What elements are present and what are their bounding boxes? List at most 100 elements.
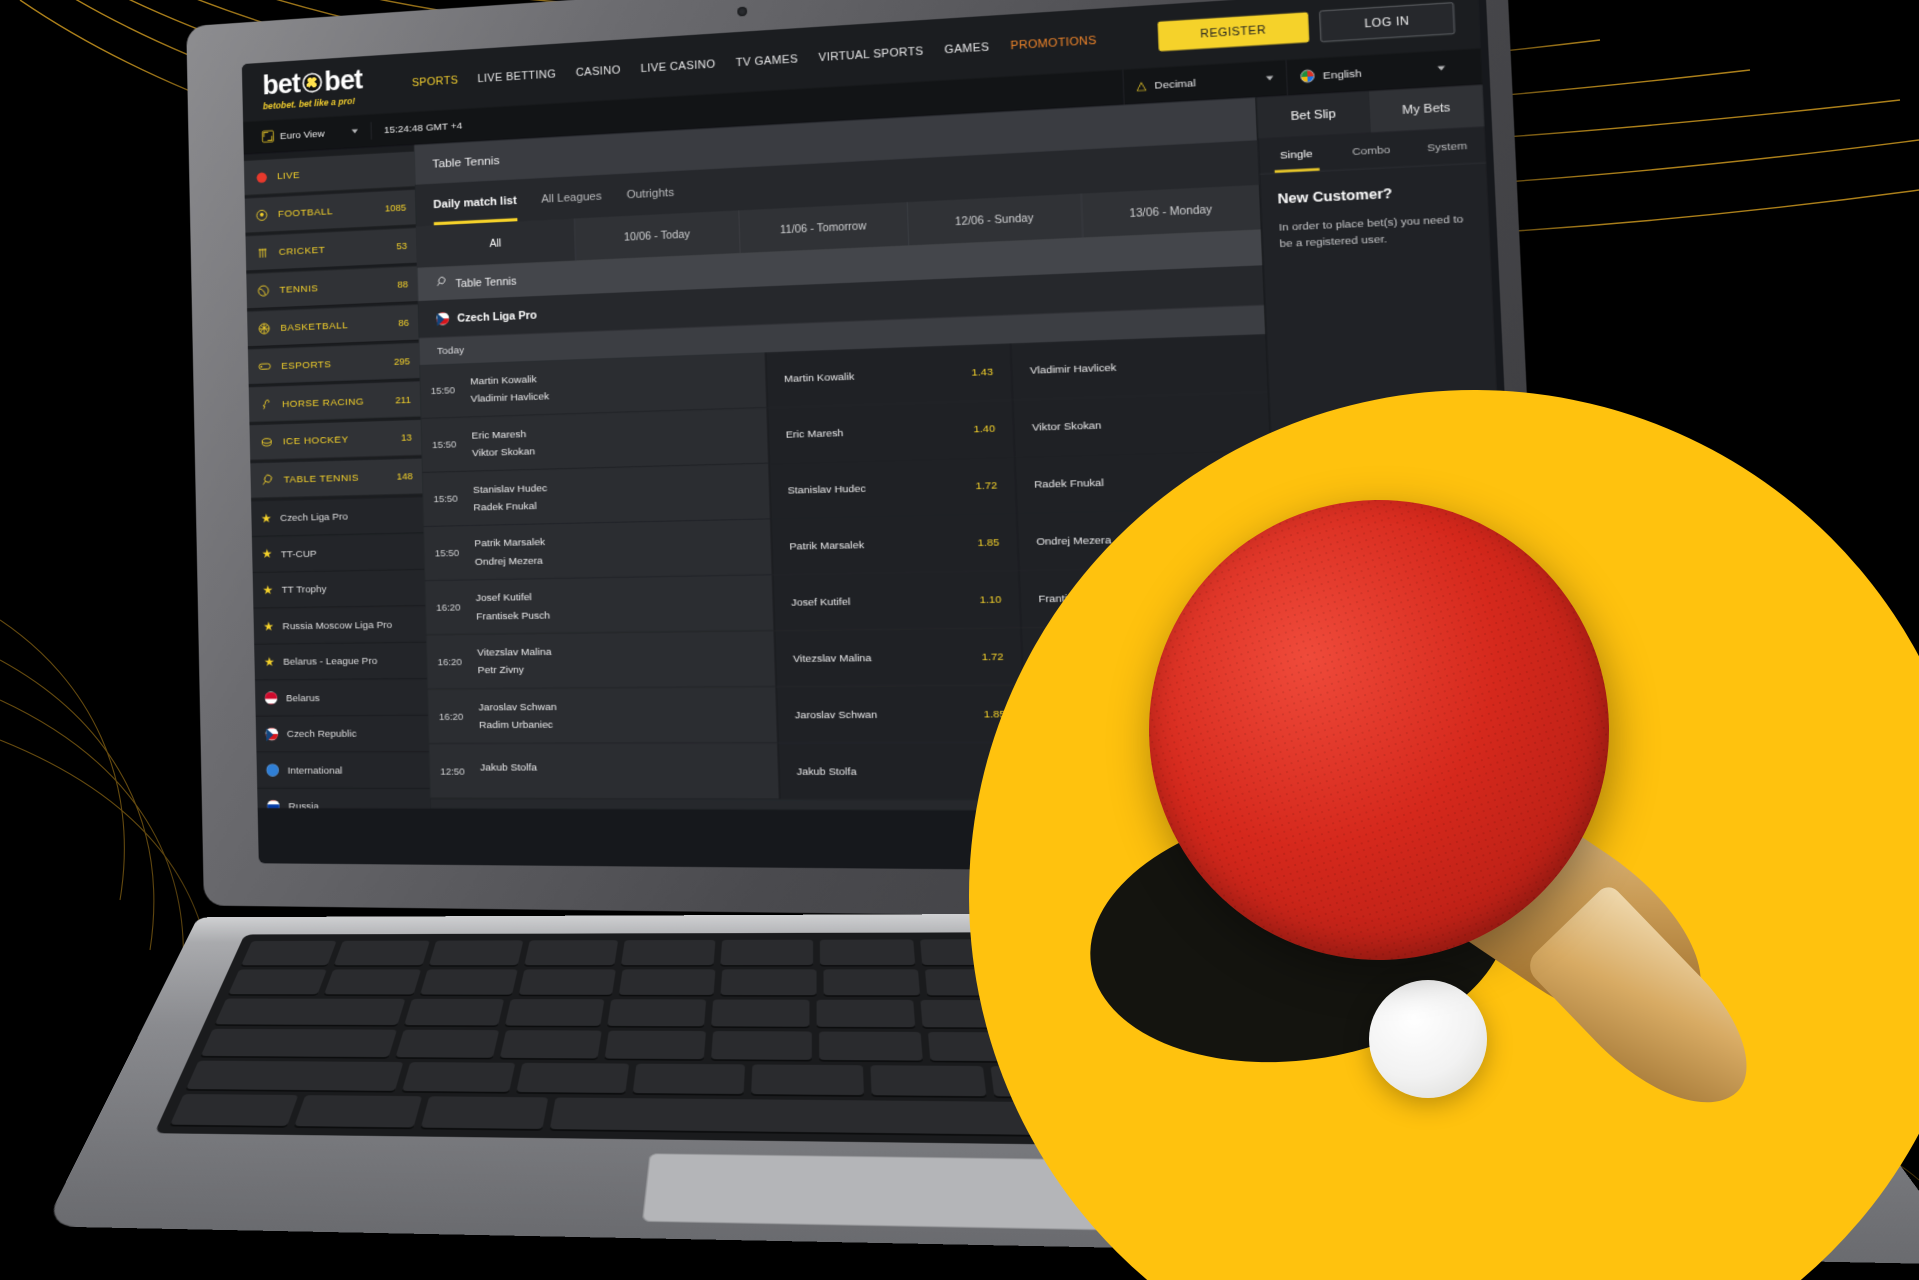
sidebar-item-football[interactable]: FOOTBALL 1085 xyxy=(244,189,417,234)
sidebar-country-international[interactable]: International xyxy=(256,752,431,789)
sidebar-item-live[interactable]: LIVE xyxy=(243,151,416,197)
odd-label: Jaroslav Schwan xyxy=(794,708,878,721)
sidebar-league-russia-moscow-liga-pro[interactable]: ★ Russia Moscow Liga Pro xyxy=(253,606,427,645)
odd-label: Eric Maresh xyxy=(785,427,844,441)
nav-item-live-betting[interactable]: LIVE BETTING xyxy=(477,67,556,84)
match-teams: Josef Kutifel Frantisek Pusch xyxy=(470,575,773,634)
match-time: 16:20 xyxy=(437,655,463,668)
logo-text-right: bet xyxy=(324,64,363,97)
sidebar-item-count: 1085 xyxy=(384,202,407,215)
odd-label: Stanislav Hudec xyxy=(787,482,867,497)
sidebar-league-tt-cup[interactable]: ★ TT-CUP xyxy=(251,533,425,573)
subtab-single[interactable]: Single xyxy=(1258,135,1334,174)
sidebar-league-label: Russia xyxy=(288,800,319,813)
nav-item-sports[interactable]: SPORTS xyxy=(412,74,459,89)
tab-outrights[interactable]: Outrights xyxy=(626,185,674,202)
sidebar-league-label: TT Trophy xyxy=(281,583,327,596)
horse-racing-icon xyxy=(258,397,272,412)
nav-item-virtual-sports[interactable]: VIRTUAL SPORTS xyxy=(818,44,923,63)
star-icon[interactable]: ★ xyxy=(261,512,272,526)
nav-item-games[interactable]: GAMES xyxy=(944,40,989,55)
register-button[interactable]: REGISTER xyxy=(1157,11,1310,51)
sidebar-league-label: Czech Liga Pro xyxy=(279,510,348,524)
sidebar-item-count: 86 xyxy=(398,316,410,329)
odds-format-chevron-down-icon[interactable] xyxy=(1265,75,1274,81)
euro-view-label: Euro View xyxy=(279,127,325,142)
star-icon[interactable]: ★ xyxy=(262,547,273,561)
sidebar-item-label: TENNIS xyxy=(279,282,319,296)
date-filter-today[interactable]: 10/06 - Today xyxy=(575,210,741,261)
language-chevron-down-icon[interactable] xyxy=(1437,65,1446,71)
home-team: Jaroslav Schwan xyxy=(478,700,557,713)
new-customer-title: New Customer? xyxy=(1277,186,1393,208)
server-clock: 15:24:48 GMT +4 xyxy=(383,119,463,136)
nav-item-tv-games[interactable]: TV GAMES xyxy=(736,52,799,68)
odd-label: Vitezslav Malina xyxy=(792,651,872,665)
sidebar-item-count: 148 xyxy=(396,470,413,483)
date-filter-tomorrow[interactable]: 11/06 - Tomorrow xyxy=(739,202,910,254)
sidebar-league-label: Russia Moscow Liga Pro xyxy=(282,618,393,632)
odd-value: 1.43 xyxy=(971,366,994,379)
euro-view-selector[interactable]: Euro View xyxy=(261,127,325,143)
sidebar-item-horse-racing[interactable]: HORSE RACING 211 xyxy=(248,381,421,423)
away-team: Vladimir Havlicek xyxy=(470,390,550,405)
sidebar-league-czech-liga-pro[interactable]: ★ Czech Liga Pro xyxy=(251,497,424,538)
date-filter-sunday[interactable]: 12/06 - Sunday xyxy=(907,193,1084,246)
away-team: Viktor Skokan xyxy=(471,445,536,459)
sidebar-item-esports[interactable]: ESPORTS 295 xyxy=(247,342,420,385)
sidebar-item-count: 295 xyxy=(393,355,410,368)
euro-view-icon xyxy=(261,130,274,143)
subtab-system[interactable]: System xyxy=(1408,127,1486,167)
euro-view-chevron-down-icon[interactable] xyxy=(351,129,358,134)
header-actions: REGISTER LOG IN xyxy=(1157,1,1456,52)
odds-format-value: Decimal xyxy=(1154,76,1197,91)
tab-bet-slip[interactable]: Bet Slip xyxy=(1256,91,1371,139)
sidebar-league-label: TT-CUP xyxy=(280,547,317,560)
sidebar-item-label: ICE HOCKEY xyxy=(282,434,349,448)
basketball-icon xyxy=(257,321,271,336)
sidebar-item-table-tennis[interactable]: TABLE TENNIS 148 xyxy=(250,458,423,499)
away-team: Radim Urbaniec xyxy=(478,719,554,731)
tab-my-bets[interactable]: My Bets xyxy=(1368,84,1485,133)
match-teams: Eric Maresh Viktor Skokan xyxy=(466,408,768,471)
tab-all-leagues[interactable]: All Leagues xyxy=(541,189,602,207)
sidebar-item-basketball[interactable]: BASKETBALL 86 xyxy=(247,304,420,348)
subtab-combo[interactable]: Combo xyxy=(1333,131,1410,170)
belarus-flag-icon xyxy=(264,691,278,705)
tab-daily-match-list[interactable]: Daily match list xyxy=(433,193,517,212)
sidebar-item-ice-hockey[interactable]: ICE HOCKEY 13 xyxy=(249,419,422,461)
sidebar-league-label: Belarus - League Pro xyxy=(283,655,378,668)
sidebar-item-label: LIVE xyxy=(276,169,301,182)
star-icon[interactable]: ★ xyxy=(262,583,273,597)
match-teams: Vitezslav Malina Petr Zivny xyxy=(472,631,776,688)
sidebar-league-belarus-league-pro[interactable]: ★ Belarus - League Pro xyxy=(254,642,428,681)
sidebar-league-label: International xyxy=(287,764,343,776)
logo-ball-icon xyxy=(302,72,323,94)
date-filter-all[interactable]: All xyxy=(416,218,577,268)
away-team: Radek Fnukal xyxy=(473,499,537,513)
table-tennis-icon xyxy=(260,473,274,488)
bet-slip-body: New Customer? In order to place bet(s) y… xyxy=(1260,163,1491,273)
site-logo[interactable]: bet bet betobet. bet like a pro! xyxy=(262,64,363,111)
nav-item-casino[interactable]: CASINO xyxy=(576,63,621,78)
sidebar-item-count: 53 xyxy=(396,240,408,252)
sidebar-country-czech-republic[interactable]: Czech Republic xyxy=(255,715,430,753)
star-icon[interactable]: ★ xyxy=(263,619,274,633)
away-team: Petr Zivny xyxy=(477,664,525,677)
away-team: Ondrej Mezera xyxy=(474,554,543,568)
sidebar-league-tt-trophy[interactable]: ★ TT Trophy xyxy=(252,569,426,609)
sidebar-item-cricket[interactable]: CRICKET 53 xyxy=(245,227,418,272)
match-teams: Jakub Stolfa xyxy=(475,743,780,798)
nav-item-promotions[interactable]: PROMOTIONS xyxy=(1010,34,1097,52)
sidebar-country-belarus[interactable]: Belarus xyxy=(254,679,429,717)
login-button[interactable]: LOG IN xyxy=(1319,1,1456,42)
screenshot-stage: bet bet betobet. bet like a pro! SPORTS … xyxy=(0,0,1919,1280)
match-teams: Patrik Marsalek Ondrej Mezera xyxy=(469,519,772,579)
star-icon[interactable]: ★ xyxy=(264,655,275,669)
nav-item-live-casino[interactable]: LIVE CASINO xyxy=(640,57,715,74)
date-filter-monday[interactable]: 13/06 - Monday xyxy=(1081,185,1261,238)
match-teams: Stanislav Hudec Radek Fnukal xyxy=(468,464,771,525)
match-time: 16:20 xyxy=(436,601,461,614)
sidebar-country-russia[interactable]: Russia xyxy=(257,788,432,813)
sidebar-item-tennis[interactable]: TENNIS 88 xyxy=(246,266,419,310)
